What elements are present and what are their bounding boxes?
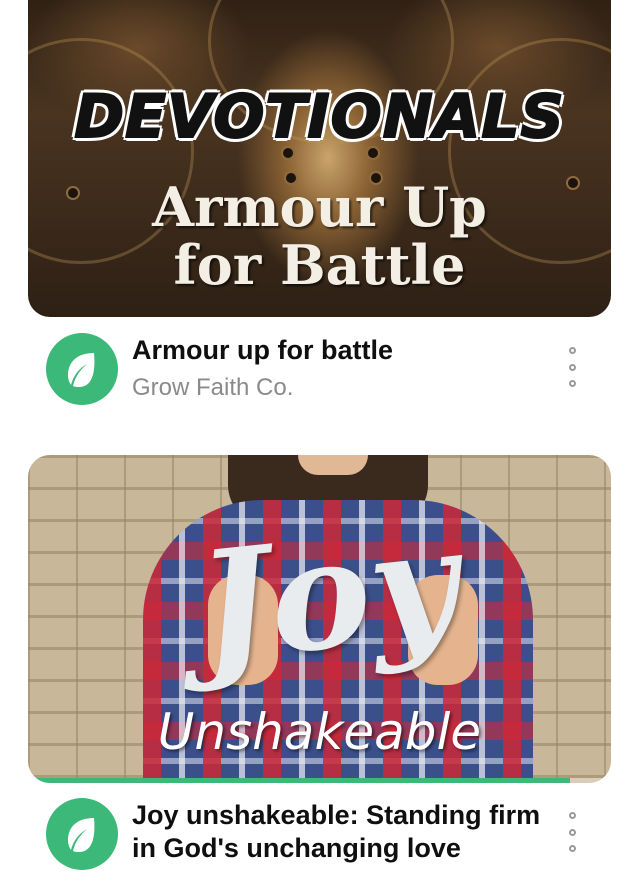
person-neck [298,455,368,475]
thumbnail-subtitle-line2: for Battle [173,233,466,297]
more-vertical-icon-dot [568,380,576,387]
watch-progress-bar [28,778,611,783]
more-vertical-icon-dot [568,828,576,836]
video-title[interactable]: Armour up for battle [132,334,544,367]
channel-avatar[interactable] [46,333,118,405]
video-meta: Joy unshakeable: Standing firm in God's … [0,795,640,885]
thumbnail-subtitle: Unshakeable [157,703,482,761]
watch-progress-fill [28,778,571,783]
more-vertical-icon-dot [568,347,576,354]
thumbnail-headline: DEVOTIONALS [73,81,565,153]
thumbnail-subtitle-line1: Armour Up [152,175,487,239]
more-options-button[interactable] [560,347,584,387]
more-vertical-icon-dot [568,845,576,852]
video-meta: Armour up for battle Grow Faith Co. [0,330,640,420]
video-thumbnail[interactable]: DEVOTIONALS Armour Up for Battle [28,0,611,317]
channel-name[interactable]: Grow Faith Co. [132,374,293,402]
leaf-icon [68,353,95,387]
channel-avatar[interactable] [46,798,118,870]
thumbnail-subtitle: Armour Up for Battle [28,178,611,294]
more-vertical-icon-dot [568,363,576,371]
video-title[interactable]: Joy unshakeable: Standing firm in God's … [132,799,544,865]
video-thumbnail[interactable]: Joy Unshakeable [28,455,611,783]
leaf-icon [68,818,95,852]
more-vertical-icon-dot [568,812,576,819]
video-feed: DEVOTIONALS Armour Up for Battle Armour … [0,0,640,870]
more-options-button[interactable] [560,812,584,852]
thumbnail-headline: Joy [190,493,466,697]
